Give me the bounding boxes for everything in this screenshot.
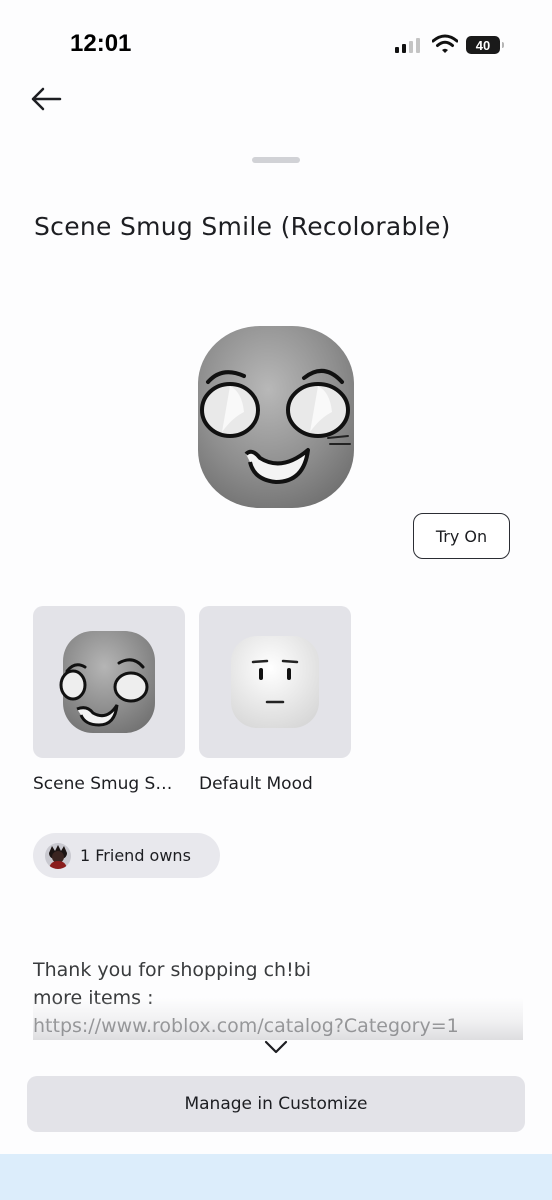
item-description: Thank you for shopping ch!bi more items … bbox=[33, 956, 523, 1040]
description-link[interactable]: https://www.roblox.com/catalog?Category=… bbox=[33, 1012, 523, 1040]
status-time: 12:01 bbox=[70, 30, 132, 57]
battery-level: 40 bbox=[475, 37, 491, 53]
variant-card-default-mood[interactable]: Default Mood bbox=[199, 606, 351, 794]
description-line: Thank you for shopping ch!bi bbox=[33, 959, 312, 981]
sheet-drag-handle[interactable] bbox=[252, 157, 300, 163]
friend-owns-pill[interactable]: 1 Friend owns bbox=[33, 833, 220, 878]
variant-label: Default Mood bbox=[199, 774, 313, 794]
item-title: Scene Smug Smile (Recolorable) bbox=[34, 212, 451, 241]
variant-thumbnail bbox=[199, 606, 351, 758]
back-arrow-icon[interactable] bbox=[28, 84, 64, 114]
default-mood-head-icon bbox=[231, 636, 319, 728]
variant-card-scene-smug[interactable]: Scene Smug S… bbox=[33, 606, 185, 794]
bottom-bar-background bbox=[0, 1154, 552, 1200]
chevron-down-icon[interactable] bbox=[262, 1038, 290, 1056]
try-on-button[interactable]: Try On bbox=[413, 513, 510, 559]
smug-face-head-icon bbox=[59, 631, 155, 733]
friend-avatar bbox=[45, 842, 71, 869]
variant-thumbnail bbox=[33, 606, 185, 758]
description-line: more items : bbox=[33, 987, 154, 1009]
battery-indicator: 40 bbox=[466, 36, 504, 54]
friend-owns-label: 1 Friend owns bbox=[80, 846, 191, 865]
wifi-icon bbox=[432, 34, 458, 53]
variant-label: Scene Smug S… bbox=[33, 774, 173, 794]
cellular-signal-icon bbox=[395, 38, 420, 53]
item-preview-head[interactable] bbox=[192, 322, 360, 512]
status-bar: 12:01 40 bbox=[0, 0, 552, 90]
manage-in-customize-button[interactable]: Manage in Customize bbox=[27, 1076, 525, 1132]
